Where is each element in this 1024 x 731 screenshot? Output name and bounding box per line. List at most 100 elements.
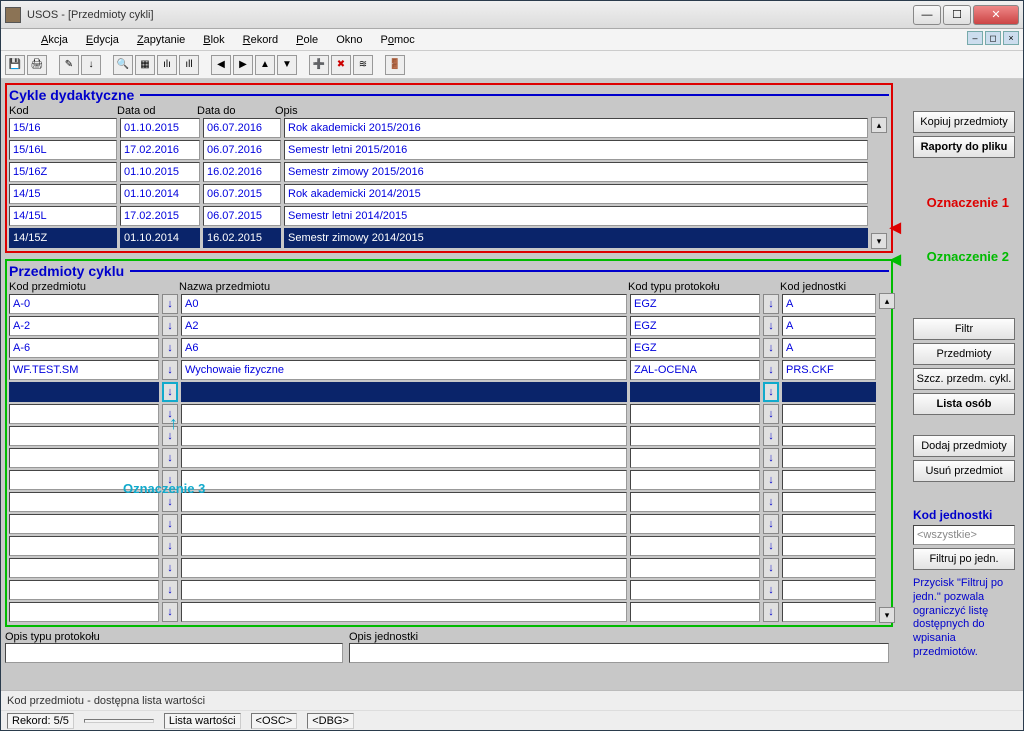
subject-kod[interactable]: A-2 — [9, 316, 159, 336]
subject-jednostka[interactable] — [782, 470, 876, 490]
cycle-do[interactable]: 16.02.2015 — [203, 228, 281, 248]
subject-jednostka[interactable]: A — [782, 316, 876, 336]
cycle-opis[interactable]: Rok akademicki 2015/2016 — [284, 118, 868, 138]
cycle-opis[interactable]: Semestr zimowy 2015/2016 — [284, 162, 868, 182]
cycles-scroll-up-icon[interactable]: ▴ — [871, 117, 887, 133]
subject-protokol[interactable] — [630, 382, 760, 402]
cycle-do[interactable]: 06.07.2016 — [203, 140, 281, 160]
lookup-icon[interactable]: ↓ — [763, 492, 779, 512]
lookup-icon[interactable]: ↓ — [162, 316, 178, 336]
cycle-kod[interactable]: 14/15L — [9, 206, 117, 226]
lookup-icon[interactable]: ↓ — [763, 514, 779, 534]
subject-row[interactable]: ↓↓ — [9, 425, 879, 447]
subject-jednostka[interactable] — [782, 514, 876, 534]
subject-kod[interactable] — [9, 558, 159, 578]
subject-jednostka[interactable] — [782, 492, 876, 512]
cycle-row[interactable]: 14/15Z01.10.201416.02.2015Semestr zimowy… — [9, 227, 871, 249]
subject-nazwa[interactable] — [181, 558, 627, 578]
subject-row[interactable]: ↓↓ — [9, 381, 879, 403]
cycle-opis[interactable]: Rok akademicki 2014/2015 — [284, 184, 868, 204]
subject-nazwa[interactable] — [181, 514, 627, 534]
cycle-row[interactable]: 15/16Z01.10.201516.02.2016Semestr zimowy… — [9, 161, 871, 183]
cycle-od[interactable]: 01.10.2014 — [120, 184, 200, 204]
lookup-icon[interactable]: ↓ — [162, 602, 178, 622]
cycles-scroll-down-icon[interactable]: ▾ — [871, 233, 887, 249]
subject-row[interactable]: ↓↓ — [9, 601, 879, 623]
lookup-icon[interactable]: ↓ — [162, 382, 178, 402]
exec-icon[interactable]: ▦ — [135, 55, 155, 75]
maximize-button[interactable]: ☐ — [943, 5, 971, 25]
delete-subject-button[interactable]: Usuń przedmiot — [913, 460, 1015, 482]
subject-protokol[interactable] — [630, 536, 760, 556]
subject-jednostka[interactable]: PRS.CKF — [782, 360, 876, 380]
edit-icon[interactable]: ✎ — [59, 55, 79, 75]
cycle-do[interactable]: 16.02.2016 — [203, 162, 281, 182]
cycle-kod[interactable]: 15/16 — [9, 118, 117, 138]
lookup-icon[interactable]: ↓ — [763, 602, 779, 622]
subject-kod[interactable] — [9, 448, 159, 468]
menu-rekord[interactable]: Rekord — [243, 34, 278, 46]
cycle-kod[interactable]: 15/16L — [9, 140, 117, 160]
subject-kod[interactable] — [9, 382, 159, 402]
subject-nazwa[interactable] — [181, 536, 627, 556]
subject-protokol[interactable] — [630, 514, 760, 534]
cycle-row[interactable]: 14/1501.10.201406.07.2015Rok akademicki … — [9, 183, 871, 205]
print-icon[interactable]: 🖨 — [27, 55, 47, 75]
lookup-icon[interactable]: ↓ — [763, 580, 779, 600]
menu-pomoc[interactable]: Pomoc — [380, 34, 414, 46]
lookup-icon[interactable]: ↓ — [763, 382, 779, 402]
subject-protokol[interactable] — [630, 602, 760, 622]
menu-pole[interactable]: Pole — [296, 34, 318, 46]
unit-input[interactable]: <wszystkie> — [913, 525, 1015, 545]
subject-protokol[interactable] — [630, 404, 760, 424]
subject-nazwa[interactable]: A0 — [181, 294, 627, 314]
query-icon[interactable]: 🔍 — [113, 55, 133, 75]
subject-nazwa[interactable] — [181, 382, 627, 402]
subject-kod[interactable]: A-0 — [9, 294, 159, 314]
add-subjects-button[interactable]: Dodaj przedmioty — [913, 435, 1015, 457]
subject-row[interactable]: ↓↓ — [9, 447, 879, 469]
subject-row[interactable]: WF.TEST.SM↓Wychowaie fizyczneZAL-OCENA↓P… — [9, 359, 879, 381]
subject-kod[interactable] — [9, 580, 159, 600]
subject-jednostka[interactable] — [782, 382, 876, 402]
cycle-od[interactable]: 01.10.2015 — [120, 118, 200, 138]
cycle-row[interactable]: 14/15L17.02.201506.07.2015Semestr letni … — [9, 205, 871, 227]
cycle-row[interactable]: 15/1601.10.201506.07.2016Rok akademicki … — [9, 117, 871, 139]
cycle-od[interactable]: 01.10.2014 — [120, 228, 200, 248]
cycle-do[interactable]: 06.07.2015 — [203, 206, 281, 226]
minimize-button[interactable]: — — [913, 5, 941, 25]
lookup-icon[interactable]: ↓ — [763, 360, 779, 380]
subject-kod[interactable]: A-6 — [9, 338, 159, 358]
close-button[interactable]: ✕ — [973, 5, 1019, 25]
cycle-do[interactable]: 06.07.2016 — [203, 118, 281, 138]
subject-protokol[interactable]: EGZ — [630, 316, 760, 336]
subject-row[interactable]: A-0↓A0EGZ↓A — [9, 293, 879, 315]
subjects-button[interactable]: Przedmioty — [913, 343, 1015, 365]
persons-button[interactable]: Lista osób — [913, 393, 1015, 415]
lookup-icon[interactable]: ↓ — [763, 536, 779, 556]
subject-row[interactable]: A-2↓A2EGZ↓A — [9, 315, 879, 337]
menu-zapytanie[interactable]: Zapytanie — [137, 34, 185, 46]
subject-nazwa[interactable] — [181, 602, 627, 622]
subject-nazwa[interactable] — [181, 580, 627, 600]
subject-jednostka[interactable]: A — [782, 294, 876, 314]
up-icon[interactable]: ▲ — [255, 55, 275, 75]
lookup-icon[interactable]: ↓ — [162, 514, 178, 534]
lookup-icon[interactable]: ↓ — [763, 558, 779, 578]
subject-protokol[interactable]: EGZ — [630, 294, 760, 314]
lookup-icon[interactable]: ↓ — [763, 470, 779, 490]
subject-row[interactable]: ↓↓ — [9, 403, 879, 425]
subject-protokol[interactable] — [630, 470, 760, 490]
cycle-opis[interactable]: Semestr letni 2014/2015 — [284, 206, 868, 226]
subject-row[interactable]: ↓↓ — [9, 557, 879, 579]
subjects-scroll-down-icon[interactable]: ▾ — [879, 607, 895, 623]
sort-icon[interactable]: ıll — [179, 55, 199, 75]
prev-icon[interactable]: ◀ — [211, 55, 231, 75]
subject-nazwa[interactable] — [181, 470, 627, 490]
lookup-icon[interactable]: ↓ — [763, 338, 779, 358]
subject-nazwa[interactable]: A2 — [181, 316, 627, 336]
clear-icon[interactable]: ≋ — [353, 55, 373, 75]
lookup-icon[interactable]: ↓ — [162, 338, 178, 358]
field-opis-jedn[interactable] — [349, 643, 889, 663]
subject-row[interactable]: A-6↓A6EGZ↓A — [9, 337, 879, 359]
